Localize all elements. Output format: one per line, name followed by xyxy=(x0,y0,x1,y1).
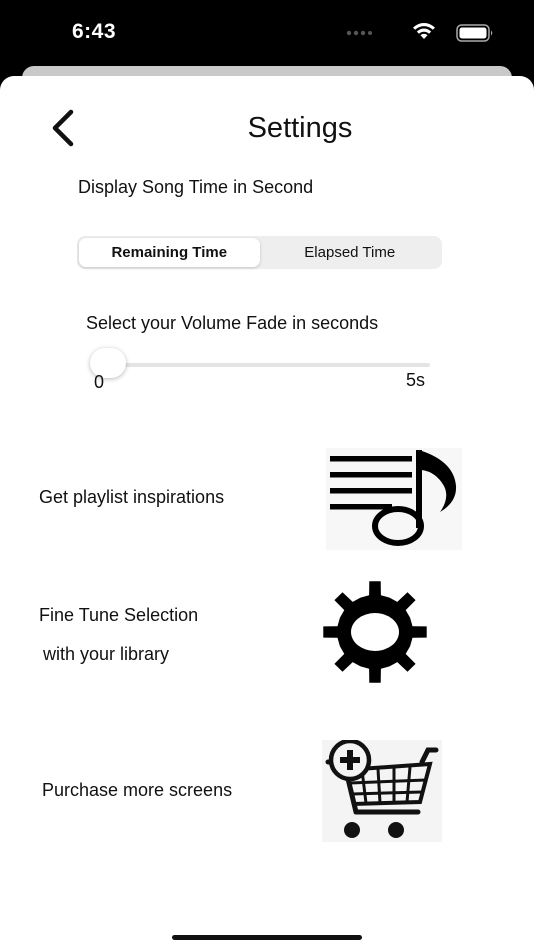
signal-icon xyxy=(346,30,372,36)
status-time: 6:43 xyxy=(72,20,117,43)
segment-elapsed-time[interactable]: Elapsed Time xyxy=(260,238,441,267)
shopping-cart-add-icon[interactable] xyxy=(322,740,442,842)
status-bar: 6:43 xyxy=(0,0,534,66)
purchase-screens-label[interactable]: Purchase more screens xyxy=(42,780,232,801)
music-note-list-icon[interactable] xyxy=(326,448,462,550)
gear-icon[interactable] xyxy=(306,577,444,687)
song-time-segmented-control: Remaining Time Elapsed Time xyxy=(77,236,442,269)
home-indicator xyxy=(172,935,362,940)
segment-remaining-time[interactable]: Remaining Time xyxy=(79,238,260,267)
battery-icon xyxy=(456,24,493,42)
song-time-label: Display Song Time in Second xyxy=(78,177,314,197)
fine-tune-label-line2[interactable]: with your library xyxy=(43,644,169,665)
status-icons xyxy=(334,22,494,42)
slider-min-label: 0 xyxy=(94,372,105,392)
playlist-inspirations-label[interactable]: Get playlist inspirations xyxy=(39,487,224,508)
slider-max-label: 5s xyxy=(406,370,426,390)
volume-fade-label: Select your Volume Fade in seconds xyxy=(86,313,379,333)
gear-hole xyxy=(351,613,399,651)
page-title: Settings xyxy=(247,112,353,144)
wifi-icon xyxy=(413,23,435,39)
volume-fade-slider-track[interactable] xyxy=(92,363,430,367)
fine-tune-label-line1[interactable]: Fine Tune Selection xyxy=(39,605,198,626)
